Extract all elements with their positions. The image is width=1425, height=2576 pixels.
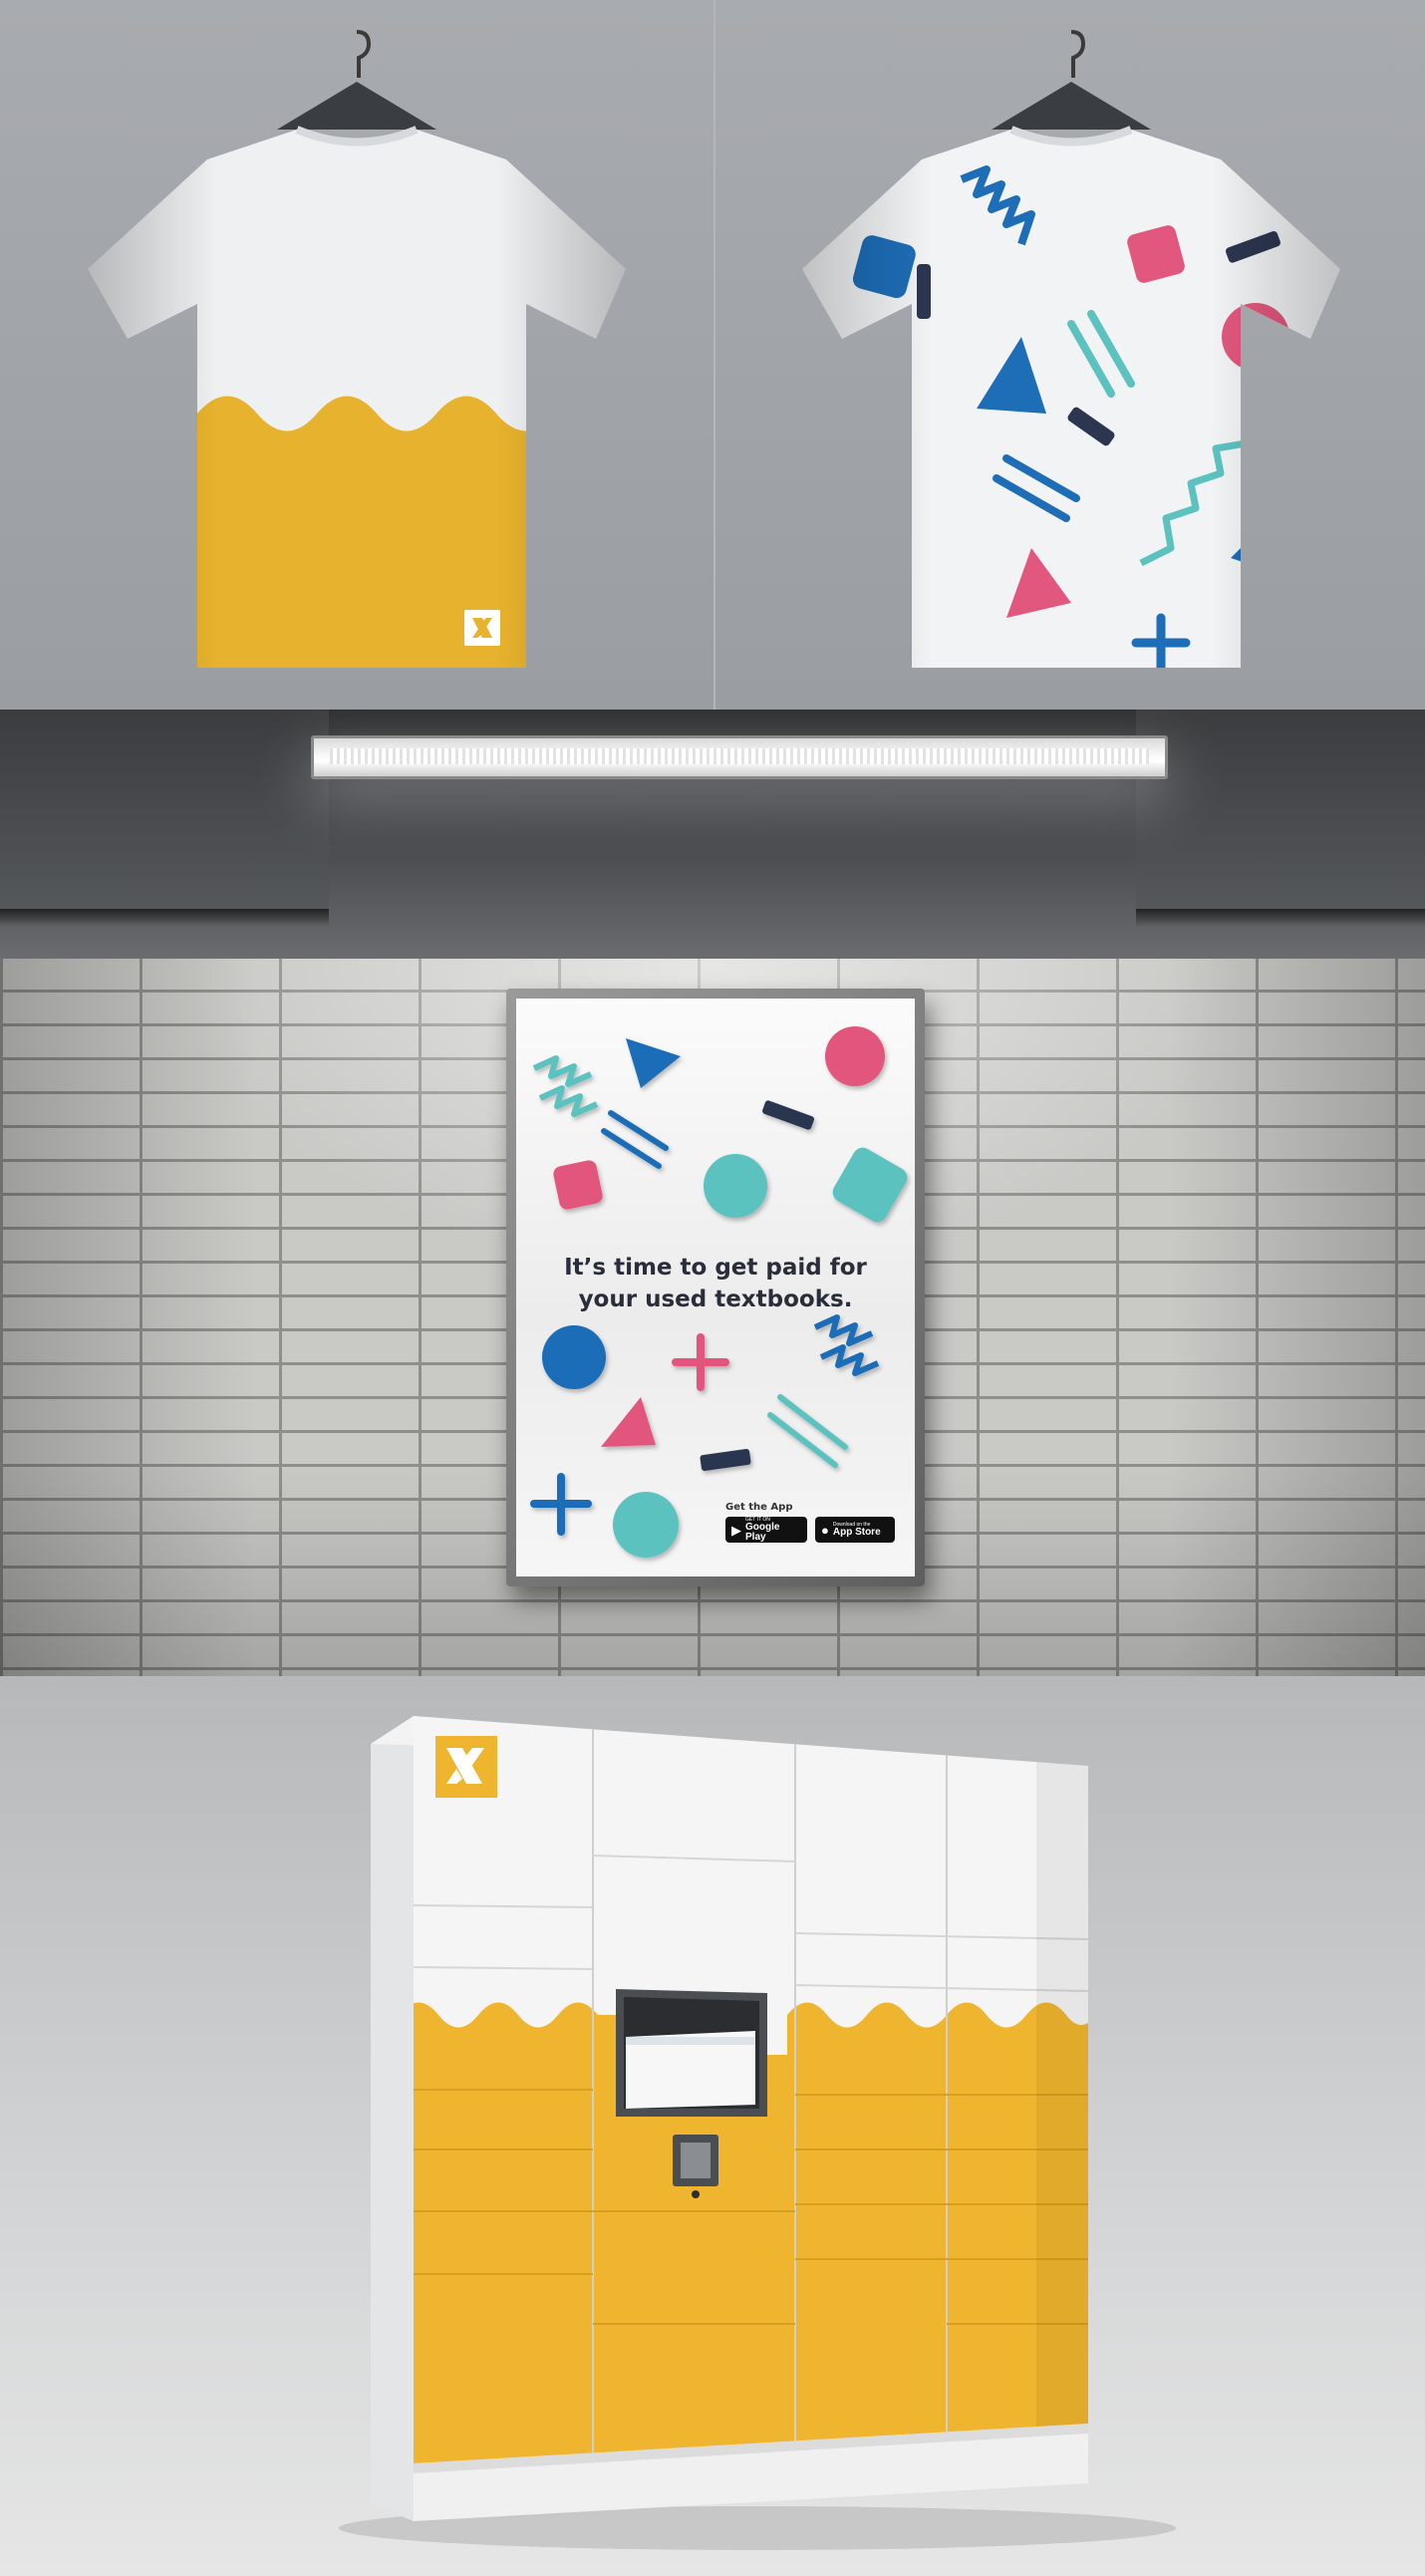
tshirt-memphis-pattern bbox=[802, 30, 1340, 668]
apple-icon: ● bbox=[821, 1522, 829, 1538]
panel-divider bbox=[713, 0, 715, 710]
x-logo-icon bbox=[464, 610, 500, 646]
kiosk-screen[interactable] bbox=[616, 1989, 767, 2117]
ceiling bbox=[0, 710, 1425, 959]
play-triangle-icon: ▶ bbox=[731, 1522, 741, 1538]
get-the-app-label: Get the App bbox=[725, 1502, 793, 1513]
tshirt-yellow-wave bbox=[88, 30, 626, 668]
hanger-icon bbox=[992, 30, 1151, 130]
poster-frame: It’s time to get paid for your used text… bbox=[506, 989, 925, 1586]
textbook-locker bbox=[339, 1716, 1176, 2550]
poster: It’s time to get paid for your used text… bbox=[516, 999, 915, 1576]
poster-headline-line1: It’s time to get paid for bbox=[564, 1255, 867, 1281]
locker-mockup-panel bbox=[0, 1676, 1425, 2576]
google-play-badge[interactable]: ▶ GET IT ON Google Play bbox=[725, 1517, 807, 1543]
app-store-badge[interactable]: ● Download on the App Store bbox=[815, 1517, 895, 1543]
poster-headline-line2: your used textbooks. bbox=[578, 1287, 853, 1312]
ceiling-beam-left bbox=[0, 710, 329, 927]
hanger-icon bbox=[277, 30, 436, 130]
google-play-big-text: Google Play bbox=[745, 1521, 780, 1543]
subway-poster-panel: It’s time to get paid for your used text… bbox=[0, 710, 1425, 1676]
tshirt-mockup-panel bbox=[0, 0, 1425, 710]
x-logo-icon bbox=[435, 1736, 497, 1798]
ceiling-lamp bbox=[311, 735, 1168, 779]
poster-headline: It’s time to get paid for your used text… bbox=[516, 1252, 915, 1315]
ceiling-beam-right bbox=[1136, 710, 1425, 927]
app-store-big-text: App Store bbox=[832, 1526, 881, 1538]
